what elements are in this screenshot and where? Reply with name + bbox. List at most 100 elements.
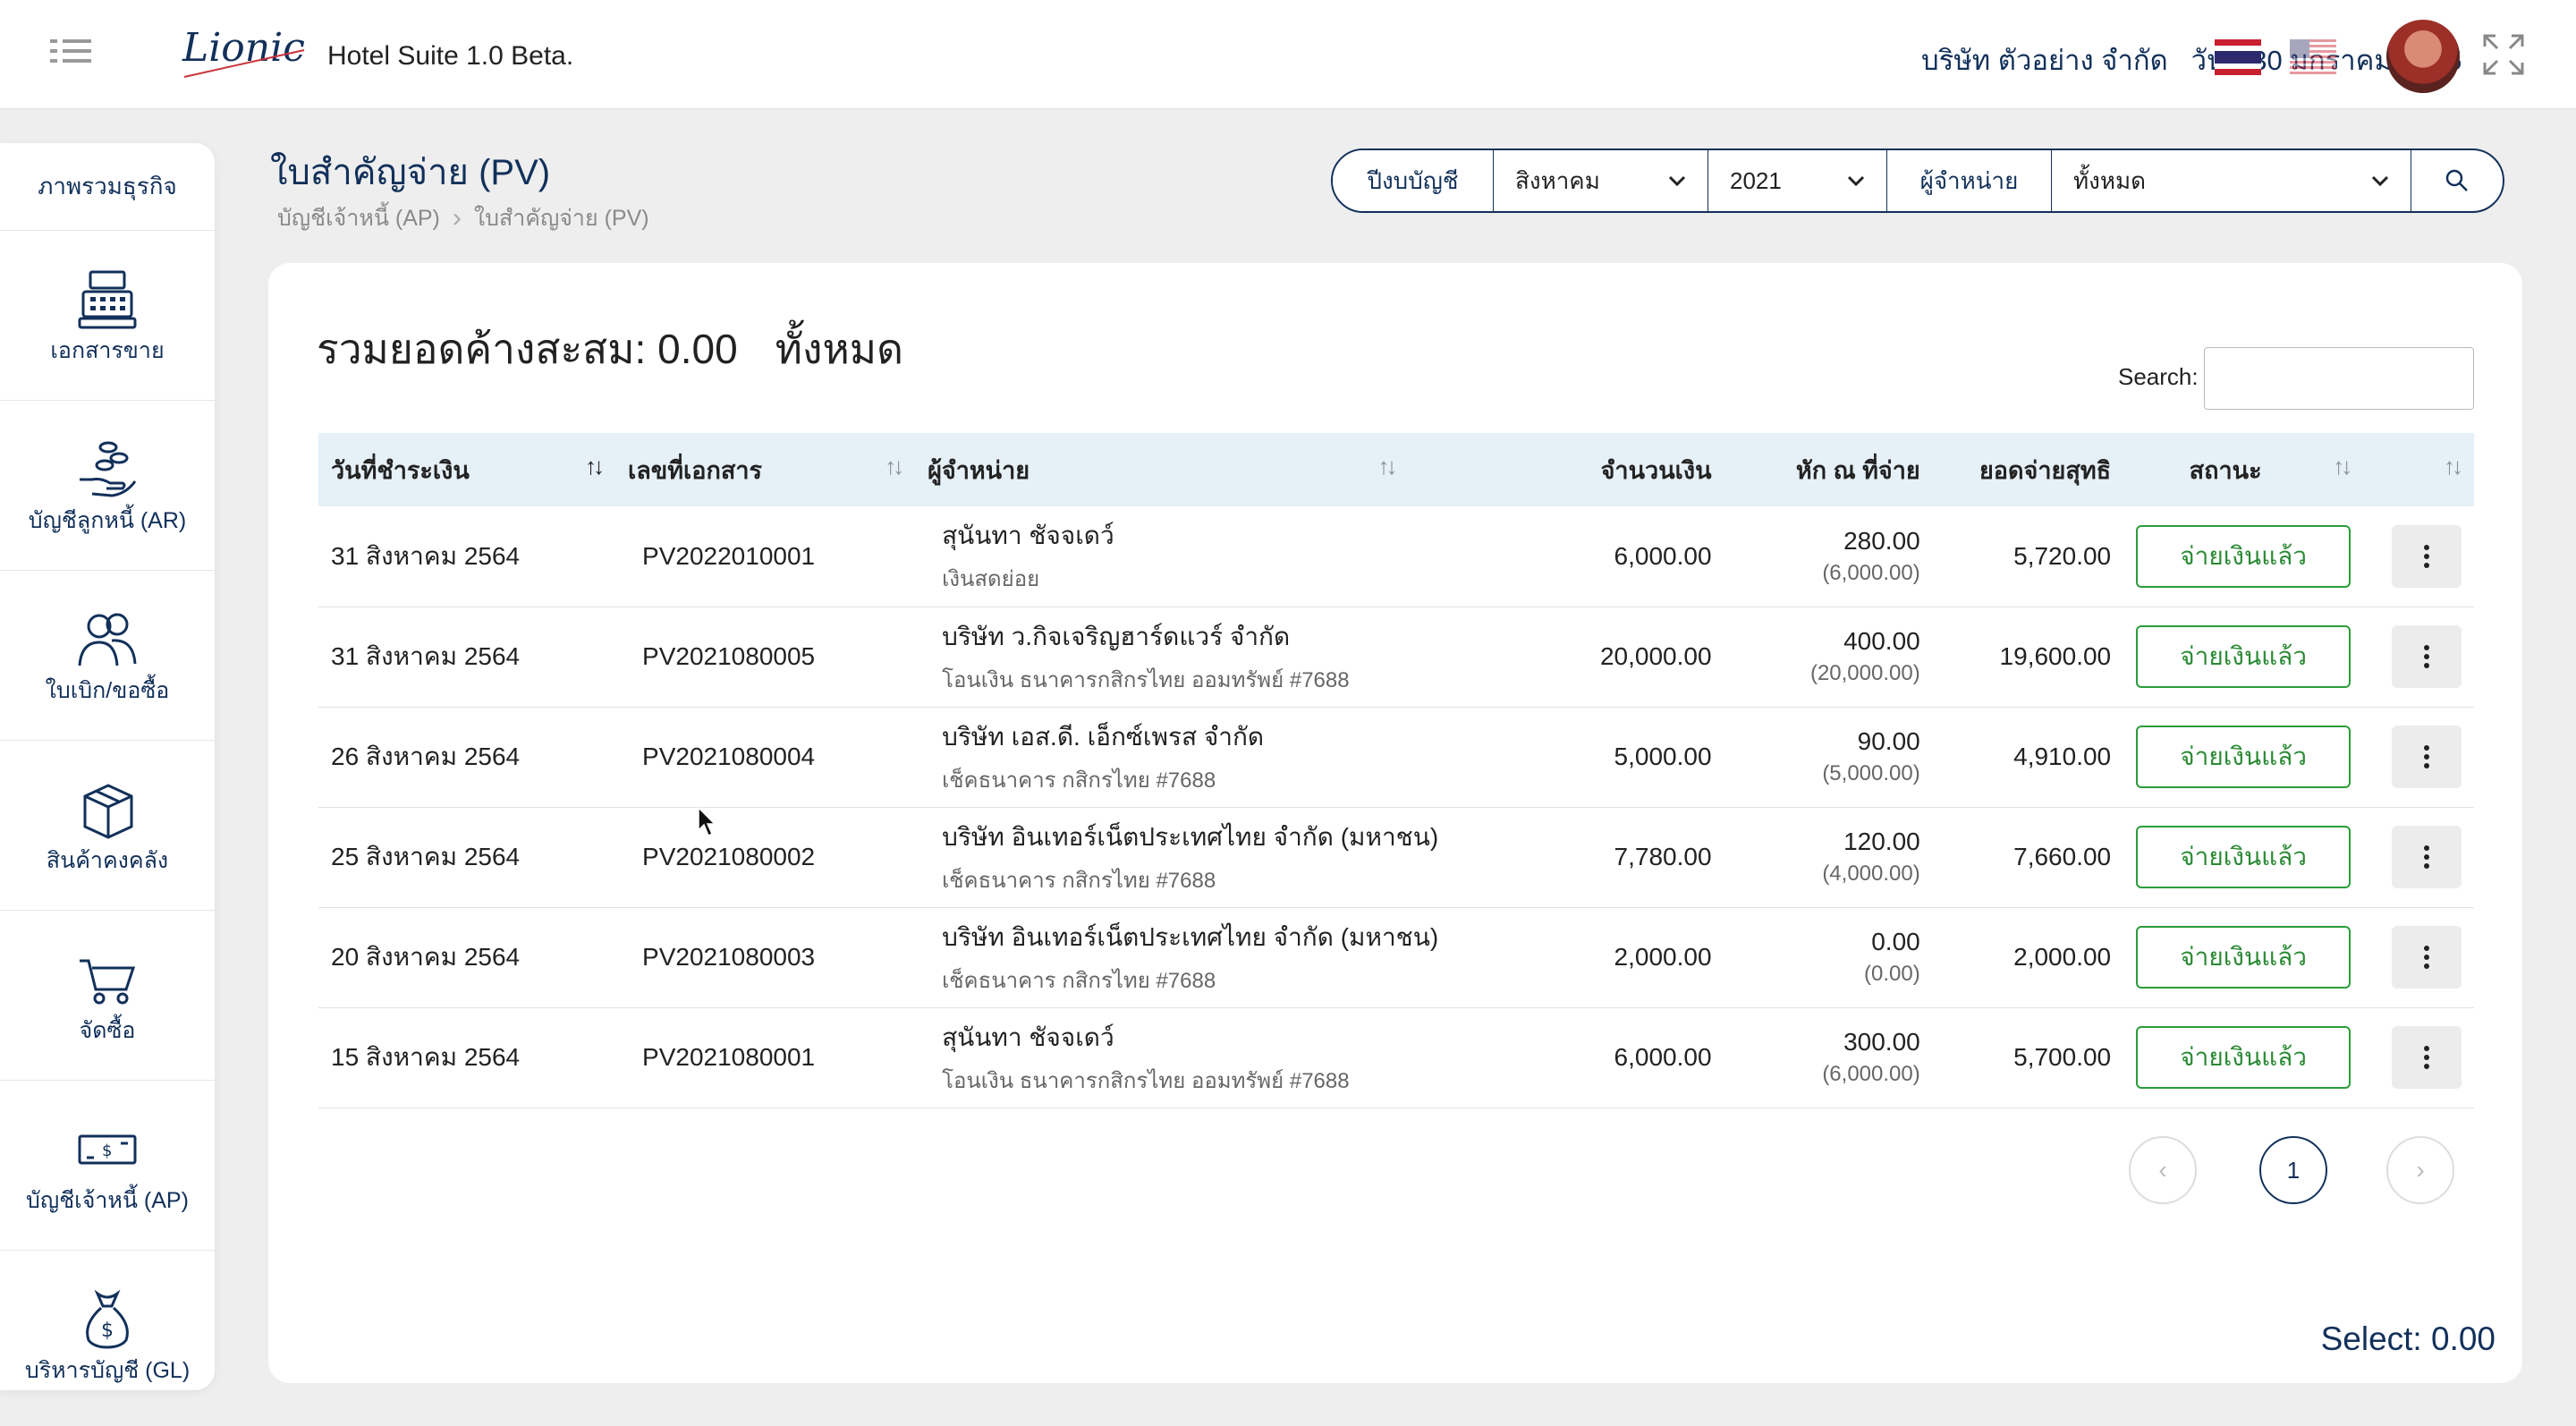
cell-doc-no[interactable]: PV2021080004	[615, 707, 915, 807]
cell-amount: 20,000.00	[1599, 642, 1712, 670]
more-options-button[interactable]	[2392, 926, 2462, 989]
chevron-down-icon	[1668, 175, 1686, 186]
search-input[interactable]	[2204, 347, 2474, 410]
cell-amount: 2,000.00	[1614, 943, 1712, 971]
svg-text:$: $	[101, 1320, 114, 1342]
select-total: Select: 0.00	[2320, 1320, 2496, 1357]
col-payment-date[interactable]: วันที่ชำระเงิน ↑↓	[318, 433, 615, 506]
table-row[interactable]: 31 สิงหาคม 2564 PV2022010001 สุนันทา ชัจ…	[318, 506, 2474, 607]
col-document-no[interactable]: เลขที่เอกสาร ↑↓	[615, 433, 915, 506]
cell-doc-no[interactable]: PV2021080001	[615, 1007, 915, 1108]
sidebar-item-label: บัญชีลูกหนี้ (AR)	[28, 507, 187, 533]
more-options-button[interactable]	[2392, 524, 2462, 588]
cell-vendor: บริษัท อินเทอร์เน็ตประเทศไทย จำกัด (มหาช…	[942, 922, 1439, 993]
col-status[interactable]: สถานะ ↑↓	[2123, 433, 2363, 506]
cell-withholding: 300.00 (6,000.00)	[1822, 1028, 1920, 1086]
search-icon	[2445, 169, 2468, 191]
sidebar-item-ar[interactable]: บัญชีลูกหนี้ (AR)	[0, 401, 215, 571]
breadcrumb: บัญชีเจ้าหนี้ (AP) › ใบสำคัญจ่าย (PV)	[277, 200, 649, 236]
chevron-right-icon: ›	[452, 203, 462, 233]
cart-icon	[80, 959, 136, 1004]
sidebar-item-purchasing[interactable]: จัดซื้อ	[0, 911, 215, 1081]
year-select[interactable]: 2021	[1708, 150, 1887, 211]
mouse-cursor-icon	[698, 807, 716, 837]
col-withholding[interactable]: หัก ณ ที่จ่าย	[1724, 433, 1933, 506]
status-paid-button[interactable]: จ่ายเงินแล้ว	[2136, 625, 2351, 688]
table-row[interactable]: 20 สิงหาคม 2564 PV2021080003 บริษัท อินเ…	[318, 907, 2474, 1007]
sidebar-item-inventory[interactable]: สินค้าคงคลัง	[0, 741, 215, 911]
menu-icon[interactable]	[50, 39, 91, 63]
cell-vendor: บริษัท อินเทอร์เน็ตประเทศไทย จำกัด (มหาช…	[942, 822, 1439, 893]
sidebar-item-label: บริหารบัญชี (GL)	[24, 1357, 191, 1383]
col-net-paid[interactable]: ยอดจ่ายสุทธิ	[1933, 433, 2123, 506]
expand-icon[interactable]	[2483, 34, 2524, 75]
sidebar: ภาพรวมธุรกิจ เอกสารขาย บัญชีลูกหนี้ (AR)…	[0, 143, 215, 1390]
cell-date: 20 สิงหาคม 2564	[331, 943, 521, 971]
col-vendor[interactable]: ผู้จำหน่าย ↑↓	[915, 433, 1501, 506]
cell-vendor: สุนันทา ชัจจเดว์ โอนเงิน ธนาคารกสิกรไทย อ…	[942, 1023, 1350, 1093]
cell-doc-no[interactable]: PV2021080005	[615, 607, 915, 707]
sidebar-item-requisition[interactable]: ใบเบิก/ขอซื้อ	[0, 571, 215, 741]
month-select[interactable]: สิงหาคม	[1494, 150, 1708, 211]
page-number-button[interactable]: 1	[2259, 1136, 2327, 1204]
box-icon	[83, 783, 133, 839]
more-options-button[interactable]	[2392, 625, 2462, 688]
next-page-button[interactable]: ›	[2386, 1136, 2454, 1204]
cell-doc-no[interactable]: PV2021080002	[615, 807, 915, 907]
chevron-down-icon	[2371, 175, 2389, 186]
table-row[interactable]: 31 สิงหาคม 2564 PV2021080005 บริษัท ว.กิ…	[318, 607, 2474, 707]
month-value: สิงหาคม	[1515, 166, 1600, 194]
sidebar-item-ap[interactable]: $ บัญชีเจ้าหนี้ (AP)	[0, 1081, 215, 1251]
sidebar-item-label: ใบเบิก/ขอซื้อ	[45, 677, 170, 703]
cell-date: 31 สิงหาคม 2564	[331, 642, 521, 670]
col-actions[interactable]: ↑↓	[2363, 433, 2474, 506]
search-label: Search:	[2118, 363, 2199, 390]
payment-voucher-table: วันที่ชำระเงิน ↑↓ เลขที่เอกสาร ↑↓ ผู้จำหน่…	[318, 433, 2474, 1108]
cell-date: 15 สิงหาคม 2564	[331, 1043, 521, 1071]
sidebar-item-label: บัญชีเจ้าหนี้ (AP)	[26, 1187, 189, 1213]
cell-status: จ่ายเงินแล้ว	[2123, 1007, 2363, 1108]
cell-withholding: 400.00 (20,000.00)	[1809, 627, 1920, 685]
sidebar-item-gl[interactable]: $ บริหารบัญชี (GL)	[0, 1251, 215, 1390]
filter-search-button[interactable]	[2411, 150, 2503, 211]
sidebar-item-label: จัดซื้อ	[79, 1017, 136, 1043]
cell-net: 2,000.00	[2013, 943, 2112, 971]
status-paid-button[interactable]: จ่ายเงินแล้ว	[2136, 1026, 2351, 1089]
sidebar-item-overview[interactable]: ภาพรวมธุรกิจ	[0, 143, 215, 231]
avatar[interactable]	[2386, 20, 2460, 93]
status-paid-button[interactable]: จ่ายเงินแล้ว	[2136, 726, 2351, 788]
kebab-icon	[2424, 654, 2429, 659]
cell-actions	[2363, 1007, 2474, 1108]
kebab-icon	[2424, 1055, 2429, 1060]
table-header-row: วันที่ชำระเงิน ↑↓ เลขที่เอกสาร ↑↓ ผู้จำหน่…	[318, 433, 2474, 506]
fiscal-year-label: ปีงบบัญชี	[1333, 150, 1494, 211]
flag-us-icon[interactable]	[2290, 39, 2336, 75]
col-amount[interactable]: จำนวนเงิน	[1501, 433, 1724, 506]
cell-vendor: สุนันทา ชัจจเดว์ เงินสดย่อย	[942, 522, 1114, 592]
cell-doc-no[interactable]: PV2022010001	[615, 506, 915, 607]
prev-page-button[interactable]: ‹	[2129, 1136, 2197, 1204]
cell-amount: 5,000.00	[1614, 743, 1712, 770]
outstanding-total: รวมยอดค้างสะสม: 0.00	[317, 326, 738, 372]
status-paid-button[interactable]: จ่ายเงินแล้ว	[2136, 524, 2351, 588]
kebab-icon	[2424, 955, 2429, 960]
status-paid-button[interactable]: จ่ายเงินแล้ว	[2136, 926, 2351, 989]
sidebar-item-sales-docs[interactable]: เอกสารขาย	[0, 231, 215, 401]
sort-active-icon: ↑↓	[585, 453, 605, 480]
company-name: บริษัท ตัวอย่าง จำกัด	[1921, 45, 2168, 76]
top-bar: Lionic Hotel Suite 1.0 Beta. บริษัท ตัวอ…	[0, 0, 2576, 109]
sort-icon: ↑↓	[2444, 453, 2463, 480]
vendor-select[interactable]: ทั้งหมด	[2052, 150, 2411, 211]
flag-th-icon[interactable]	[2215, 39, 2261, 75]
more-options-button[interactable]	[2392, 726, 2462, 788]
table-row[interactable]: 25 สิงหาคม 2564 PV2021080002 บริษัท อินเ…	[318, 807, 2474, 907]
page-title: ใบสำคัญจ่าย (PV)	[270, 153, 551, 192]
more-options-button[interactable]	[2392, 1026, 2462, 1089]
status-paid-button[interactable]: จ่ายเงินแล้ว	[2136, 826, 2351, 888]
table-row[interactable]: 15 สิงหาคม 2564 PV2021080001 สุนันทา ชัจ…	[318, 1007, 2474, 1108]
lionic-logo[interactable]: Lionic	[179, 14, 311, 95]
table-row[interactable]: 26 สิงหาคม 2564 PV2021080004 บริษัท เอส.…	[318, 707, 2474, 807]
cell-doc-no[interactable]: PV2021080003	[615, 907, 915, 1007]
more-options-button[interactable]	[2392, 826, 2462, 888]
breadcrumb-ap[interactable]: บัญชีเจ้าหนี้ (AP)	[277, 200, 440, 236]
